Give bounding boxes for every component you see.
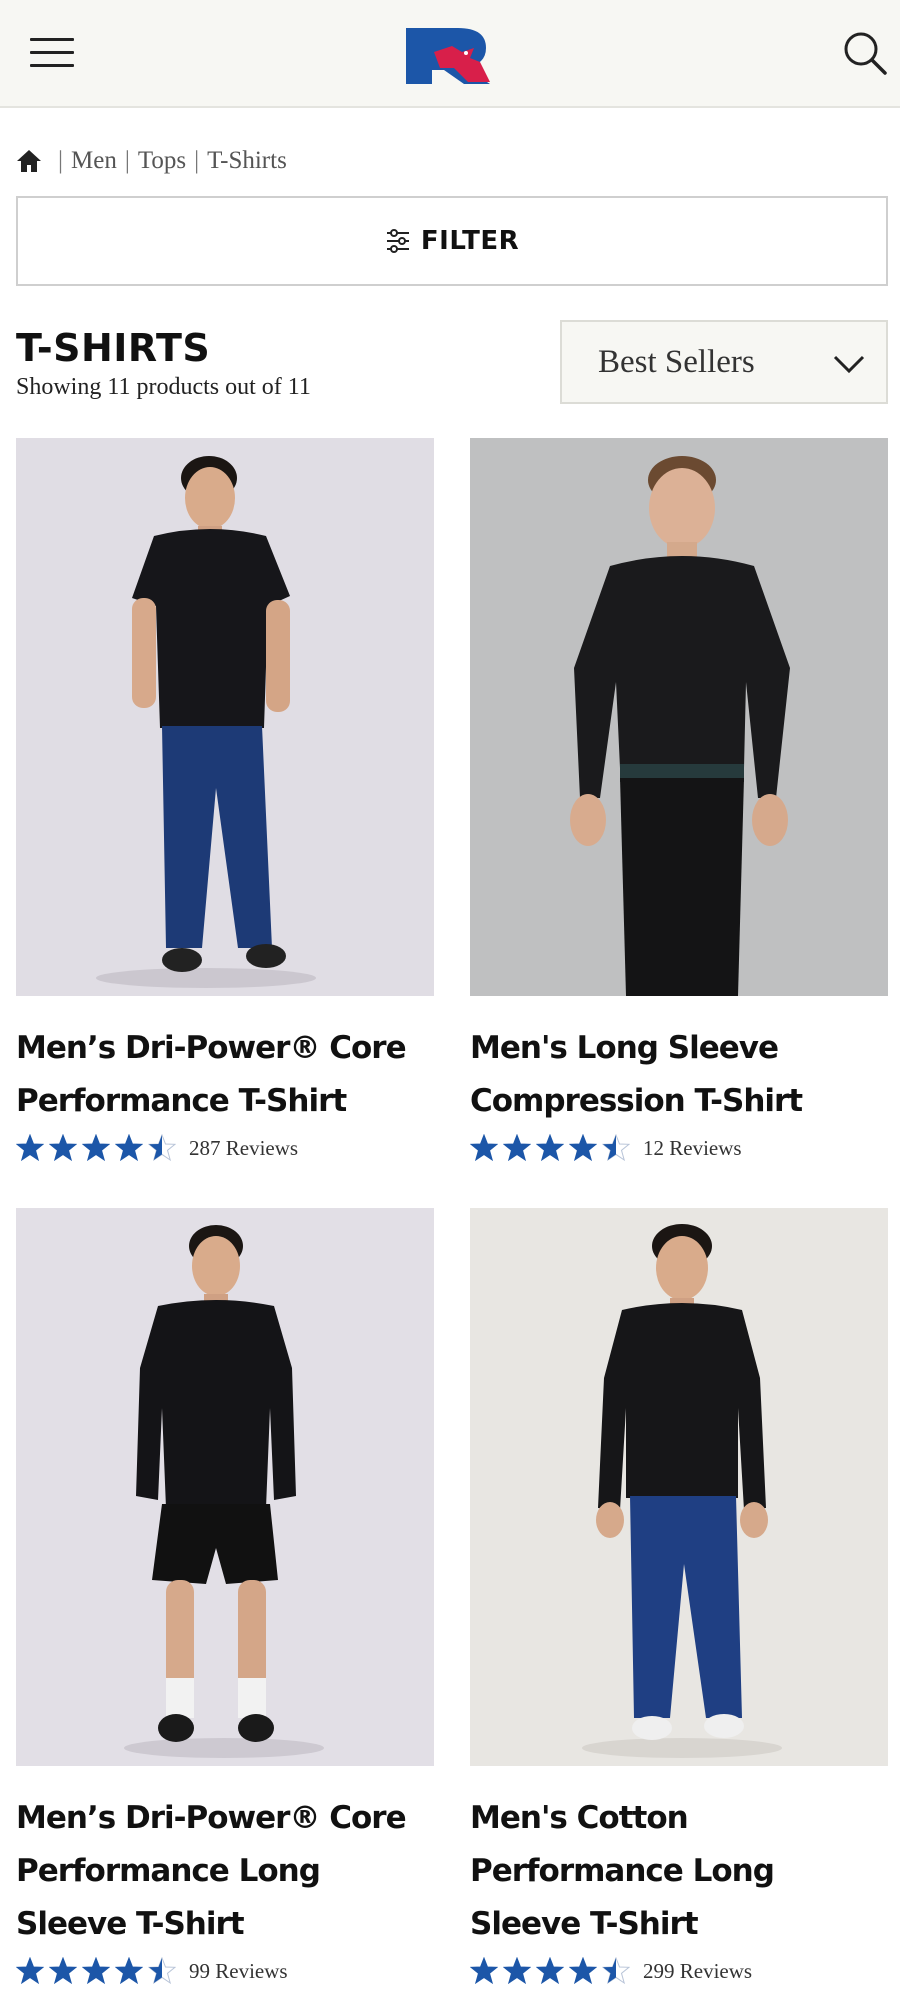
- star-rating: [16, 1957, 181, 1985]
- chevron-down-icon: [833, 355, 865, 374]
- model-figure: [582, 1224, 782, 1758]
- product-name[interactable]: Men’s Dri-Power® Core Performance T-Shir…: [16, 1022, 434, 1128]
- star-rating: [470, 1957, 635, 1985]
- product-card: Men’s Dri-Power® Core Performance Long S…: [16, 1208, 434, 1985]
- star-full-icon: [16, 1134, 44, 1162]
- star-full-icon: [569, 1134, 597, 1162]
- product-name[interactable]: Men's Cotton Performance Long Sleeve T-S…: [470, 1792, 888, 1951]
- star-half-icon: [602, 1134, 630, 1162]
- product-rating: 299 Reviews: [470, 1957, 888, 1985]
- result-count: Showing 11 products out of 11: [16, 374, 311, 400]
- page-title: T-SHIRTS: [16, 326, 211, 370]
- star-full-icon: [49, 1134, 77, 1162]
- product-image[interactable]: [470, 1208, 888, 1766]
- breadcrumb-tops[interactable]: Tops: [138, 147, 186, 175]
- star-half-icon: [148, 1957, 176, 1985]
- star-full-icon: [503, 1134, 531, 1162]
- sort-selected-value: Best Sellers: [598, 343, 755, 380]
- star-full-icon: [470, 1134, 498, 1162]
- filter-button[interactable]: FILTER: [16, 196, 888, 286]
- breadcrumb-separator: |: [124, 147, 130, 174]
- home-icon[interactable]: [16, 148, 42, 174]
- breadcrumb: | Men | Tops | T-Shirts: [16, 144, 287, 178]
- star-full-icon: [536, 1957, 564, 1985]
- site-header: [0, 0, 900, 108]
- product-rating: 12 Reviews: [470, 1134, 888, 1162]
- model-figure: [570, 456, 790, 996]
- star-full-icon: [16, 1957, 44, 1985]
- star-full-icon: [470, 1957, 498, 1985]
- star-rating: [16, 1134, 181, 1162]
- star-full-icon: [82, 1134, 110, 1162]
- review-count[interactable]: 99 Reviews: [189, 1959, 288, 1984]
- star-full-icon: [503, 1957, 531, 1985]
- review-count[interactable]: 287 Reviews: [189, 1136, 298, 1161]
- product-image[interactable]: [16, 438, 434, 996]
- model-figure: [96, 456, 316, 988]
- product-rating: 99 Reviews: [16, 1957, 434, 1985]
- star-half-icon: [602, 1957, 630, 1985]
- breadcrumb-men[interactable]: Men: [71, 147, 117, 175]
- star-full-icon: [115, 1957, 143, 1985]
- hamburger-menu-icon[interactable]: [30, 38, 74, 72]
- product-name[interactable]: Men’s Dri-Power® Core Performance Long S…: [16, 1792, 434, 1951]
- breadcrumb-separator: |: [194, 147, 200, 174]
- product-image[interactable]: [16, 1208, 434, 1766]
- star-full-icon: [115, 1134, 143, 1162]
- star-full-icon: [536, 1134, 564, 1162]
- star-full-icon: [82, 1957, 110, 1985]
- product-card: Men's Cotton Performance Long Sleeve T-S…: [470, 1208, 888, 1985]
- filter-label: FILTER: [420, 226, 520, 256]
- star-half-icon: [148, 1134, 176, 1162]
- product-rating: 287 Reviews: [16, 1134, 434, 1162]
- review-count[interactable]: 299 Reviews: [643, 1959, 752, 1984]
- breadcrumb-separator: |: [58, 147, 64, 174]
- star-rating: [470, 1134, 635, 1162]
- star-full-icon: [49, 1957, 77, 1985]
- search-icon[interactable]: [842, 30, 888, 76]
- sliders-icon: [386, 229, 409, 253]
- product-card: Men's Long Sleeve Compression T-Shirt 12…: [470, 438, 888, 1162]
- review-count[interactable]: 12 Reviews: [643, 1136, 742, 1161]
- product-image[interactable]: [470, 438, 888, 996]
- breadcrumb-t-shirts[interactable]: T-Shirts: [207, 147, 287, 175]
- product-name[interactable]: Men's Long Sleeve Compression T-Shirt: [470, 1022, 888, 1128]
- product-card: Men’s Dri-Power® Core Performance T-Shir…: [16, 438, 434, 1162]
- russell-logo[interactable]: [404, 22, 500, 88]
- sort-select[interactable]: Best Sellers: [560, 320, 888, 404]
- star-full-icon: [569, 1957, 597, 1985]
- model-figure: [124, 1225, 324, 1758]
